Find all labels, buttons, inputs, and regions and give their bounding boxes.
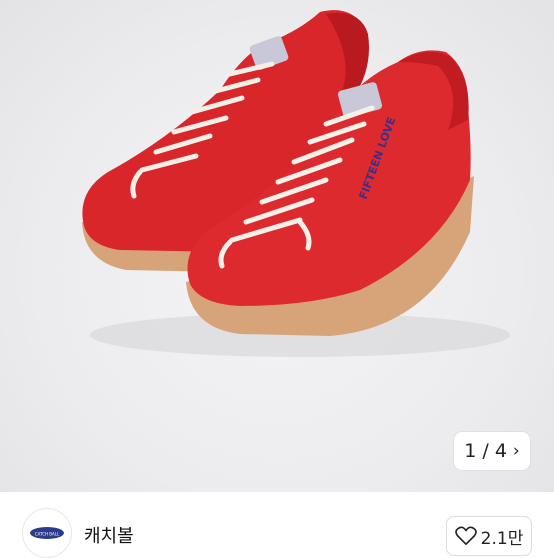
image-counter-text: 1 / 4 xyxy=(464,440,507,462)
heart-icon xyxy=(454,526,477,545)
sneakers-illustration: FIFTEEN LOVE xyxy=(82,10,510,357)
seller-name[interactable]: 캐치볼 xyxy=(84,522,134,548)
catchball-logo-icon: CATCH BALL xyxy=(30,527,64,539)
like-count: 2.1만 xyxy=(480,528,524,549)
product-image[interactable]: FIFTEEN LOVE 1 / 4 › xyxy=(0,0,554,492)
chevron-right-icon[interactable]: › xyxy=(513,441,520,461)
image-counter[interactable]: 1 / 4 › xyxy=(454,432,530,470)
seller-logo-text: CATCH BALL xyxy=(35,532,60,537)
like-button[interactable]: 2.1만 xyxy=(446,516,532,556)
seller-avatar[interactable]: CATCH BALL xyxy=(22,508,72,558)
